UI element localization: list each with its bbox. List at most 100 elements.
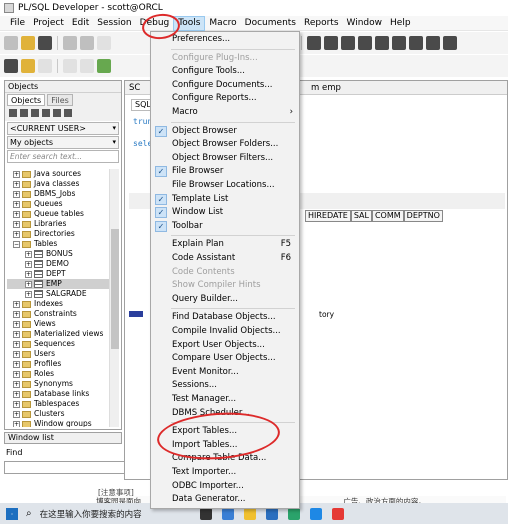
menu-item-test-manager[interactable]: Test Manager... [151, 393, 299, 407]
collapse-icon[interactable]: − [13, 240, 20, 248]
menu-item-object-browser-filters[interactable]: Object Browser Filters... [151, 152, 299, 166]
expand-icon[interactable]: + [13, 220, 20, 228]
menu-documents[interactable]: Documents [241, 16, 300, 31]
up-icon[interactable] [63, 59, 77, 73]
column-header[interactable]: HIREDATE [305, 210, 351, 222]
tree-folder-item[interactable]: + Views [7, 319, 109, 329]
task-view-icon[interactable] [199, 507, 212, 520]
wps-icon[interactable] [331, 507, 344, 520]
column-header[interactable]: DEPTNO [403, 210, 443, 222]
filter-select[interactable]: My objects [7, 136, 119, 149]
tree-folder-item[interactable]: + Constraints [7, 309, 109, 319]
menu-help[interactable]: Help [386, 16, 415, 31]
tree-folder-item[interactable]: + Materialized views [7, 329, 109, 339]
user-select[interactable]: <CURRENT USER> [7, 122, 119, 135]
menu-macro[interactable]: Macro [205, 16, 240, 31]
rollback-icon[interactable] [375, 36, 389, 50]
expand-icon[interactable]: + [25, 270, 32, 278]
menu-item-configure-documents[interactable]: Configure Documents... [151, 79, 299, 93]
expand-icon[interactable]: + [13, 310, 20, 318]
tree-folder-item[interactable]: + Indexes [7, 299, 109, 309]
expand-icon[interactable]: + [13, 330, 20, 338]
compile-icon[interactable] [426, 36, 440, 50]
find-icon[interactable] [443, 36, 457, 50]
tree-scrollbar[interactable] [109, 169, 119, 427]
save-icon[interactable] [38, 36, 52, 50]
tree-folder-item[interactable]: + Clusters [7, 409, 109, 419]
tree-folder-item[interactable]: + Users [7, 349, 109, 359]
connect-icon[interactable] [97, 59, 111, 73]
tree-folder-item[interactable]: − Tables [7, 239, 109, 249]
expand-icon[interactable]: + [13, 390, 20, 398]
menu-item-compare-user-objects[interactable]: Compare User Objects... [151, 352, 299, 366]
print-icon[interactable] [63, 36, 77, 50]
expand-icon[interactable]: + [13, 200, 20, 208]
menu-item-query-builder[interactable]: Query Builder... [151, 293, 299, 307]
find-icon[interactable] [42, 109, 50, 117]
file-explorer-icon[interactable] [243, 507, 256, 520]
expand-icon[interactable]: + [13, 420, 20, 427]
taskbar-search-input[interactable]: 在这里输入你要搜索的内容 [40, 508, 190, 520]
menu-item-compile-invalid-objects[interactable]: Compile Invalid Objects... [151, 325, 299, 339]
tree-table-item[interactable]: + SALGRADE [7, 289, 109, 299]
star-icon[interactable] [21, 59, 35, 73]
expand-icon[interactable]: + [13, 190, 20, 198]
menu-item-data-generator[interactable]: Data Generator... [151, 493, 299, 507]
tree-folder-item[interactable]: + Directories [7, 229, 109, 239]
menu-item-configure-reports[interactable]: Configure Reports... [151, 92, 299, 106]
execute-icon[interactable] [307, 36, 321, 50]
tree-folder-item[interactable]: + Profiles [7, 359, 109, 369]
object-search-input[interactable]: Enter search text... [7, 150, 119, 163]
menu-item-toolbar[interactable]: ✓ Toolbar [151, 220, 299, 234]
edit-icon[interactable] [38, 59, 52, 73]
tree-folder-item[interactable]: + Java sources [7, 169, 109, 179]
undo-icon[interactable] [97, 36, 111, 50]
open-folder-icon[interactable] [21, 36, 35, 50]
app-icon[interactable] [221, 507, 234, 520]
tab-objects[interactable]: Objects [7, 94, 46, 106]
edge-icon[interactable] [287, 507, 300, 520]
menu-item-file-browser-locations[interactable]: File Browser Locations... [151, 179, 299, 193]
break-icon[interactable] [324, 36, 338, 50]
folder-icon[interactable] [64, 109, 72, 117]
down-icon[interactable] [80, 59, 94, 73]
menu-window[interactable]: Window [343, 16, 387, 31]
windows-start-icon[interactable] [6, 507, 18, 520]
expand-icon[interactable]: + [25, 260, 32, 268]
menu-project[interactable]: Project [29, 16, 68, 31]
menu-edit[interactable]: Edit [68, 16, 93, 31]
mail-icon[interactable] [265, 507, 278, 520]
menu-item-text-importer[interactable]: Text Importer... [151, 466, 299, 480]
tree-folder-item[interactable]: + Window groups [7, 419, 109, 427]
expand-icon[interactable]: + [13, 340, 20, 348]
new-object-icon[interactable] [20, 109, 28, 117]
tree-table-item[interactable]: + BONUS [7, 249, 109, 259]
menu-item-code-assistant[interactable]: Code Assistant F6 [151, 252, 299, 266]
menu-item-explain-plan[interactable]: Explain Plan F5 [151, 238, 299, 252]
menu-item-object-browser-folders[interactable]: Object Browser Folders... [151, 138, 299, 152]
tree-folder-item[interactable]: + Libraries [7, 219, 109, 229]
menu-item-object-browser[interactable]: ✓ Object Browser [151, 125, 299, 139]
expand-icon[interactable]: + [13, 210, 20, 218]
column-header[interactable]: SAL [350, 210, 372, 222]
expand-icon[interactable]: + [25, 280, 32, 288]
menu-file[interactable]: File [6, 16, 29, 31]
search-icon[interactable]: ⌕ [26, 508, 32, 519]
menu-item-event-monitor[interactable]: Event Monitor... [151, 366, 299, 380]
expand-icon[interactable]: + [13, 320, 20, 328]
expand-icon[interactable]: + [13, 400, 20, 408]
expand-icon[interactable]: + [13, 300, 20, 308]
menu-item-sessions[interactable]: Sessions... [151, 379, 299, 393]
expand-icon[interactable]: + [13, 380, 20, 388]
menu-item-export-user-objects[interactable]: Export User Objects... [151, 339, 299, 353]
menu-item-odbc-importer[interactable]: ODBC Importer... [151, 480, 299, 494]
tree-table-item[interactable]: + DEMO [7, 259, 109, 269]
tree-folder-item[interactable]: + Synonyms [7, 379, 109, 389]
menu-reports[interactable]: Reports [300, 16, 343, 31]
store-icon[interactable] [309, 507, 322, 520]
tab-files[interactable]: Files [47, 94, 73, 106]
menu-session[interactable]: Session [93, 16, 135, 31]
commit-icon[interactable] [358, 36, 372, 50]
delete-icon[interactable] [31, 109, 39, 117]
expand-icon[interactable]: + [13, 230, 20, 238]
